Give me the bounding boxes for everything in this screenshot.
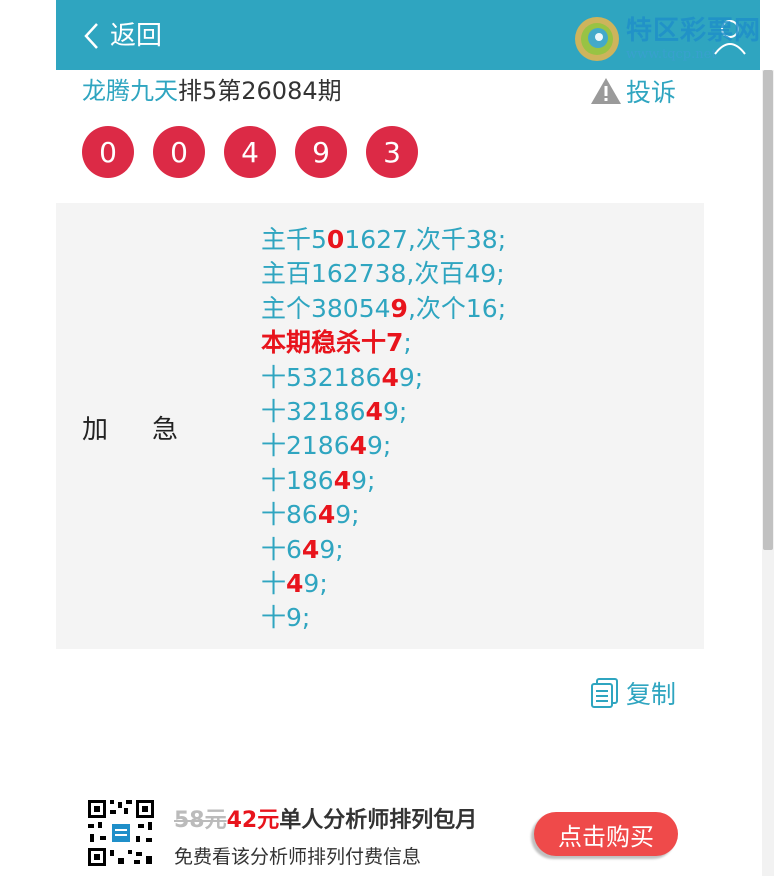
back-label: 返回 [110, 21, 163, 51]
prediction-line: 十218649; [261, 429, 506, 463]
issue-title: 排5第26084期 [178, 77, 342, 105]
line-text: 主个38054 [261, 293, 391, 323]
line-text: 十 [261, 569, 287, 599]
copy-label: 复制 [626, 680, 677, 709]
scrollbar[interactable] [762, 70, 774, 876]
line-text: 十532186 [261, 362, 382, 392]
old-price: 58元 [174, 808, 227, 833]
prediction-line: 主个380549,次个16; [261, 292, 506, 326]
line-text: 主千5 [261, 225, 327, 254]
promo-desc: 单人分析师排列包月 [279, 808, 478, 833]
draw-numbers: 0 0 4 9 3 [82, 126, 418, 178]
line-text: ; [403, 328, 412, 358]
prediction-line: 十9; [261, 601, 506, 635]
prediction-line: 十18649; [261, 464, 506, 498]
complain-button[interactable]: 投诉 [590, 74, 676, 108]
highlight-text: 9 [390, 293, 408, 323]
line-text: 9; [382, 397, 408, 427]
prediction-lines: 主千501627,次千38; 主百162738,次百49; 主个380549,次个1… [261, 223, 506, 636]
highlight-text: 本期稳杀十7 [261, 328, 404, 358]
highlight-text: 4 [365, 397, 383, 427]
line-text: 主百162738,次百49; [261, 259, 505, 289]
line-text: 9; [303, 569, 328, 599]
buy-button[interactable]: 点击购买 [534, 812, 678, 856]
chevron-left-icon [84, 23, 98, 49]
line-text: 9; [398, 362, 424, 392]
prediction-line: 十8649; [261, 498, 506, 532]
highlight-text: 4 [381, 362, 399, 392]
promo-headline: 58元42元单人分析师排列包月 [174, 802, 477, 834]
line-text: 9; [367, 431, 392, 461]
prediction-line: 十3218649; [261, 395, 506, 429]
page-title: 龙腾九天排5第26084期 [82, 74, 342, 108]
line-text: 9; [319, 534, 344, 564]
new-price: 42元 [226, 808, 280, 833]
scrollbar-thumb[interactable] [763, 70, 773, 550]
prediction-panel: 加急 主千501627,次千38; 主百162738,次百49; 主个380549,… [56, 203, 704, 649]
number-ball: 0 [153, 126, 205, 178]
site-logo: 特区彩票网 www.tqcp.net [572, 8, 772, 70]
logo-name: 特区彩票网 [626, 15, 762, 46]
prediction-line: 十53218649; [261, 361, 506, 395]
copy-icon [591, 678, 618, 708]
line-text: 十6 [261, 534, 302, 564]
line-text: 9; [335, 500, 360, 530]
prediction-line: 十49; [261, 567, 506, 601]
logo-icon [575, 17, 619, 61]
highlight-text: 4 [317, 500, 336, 530]
number-ball: 4 [224, 126, 276, 178]
prediction-line: 十649; [261, 533, 506, 567]
number-ball: 9 [295, 126, 347, 178]
logo-url: www.tqcp.net [626, 46, 717, 62]
prediction-line: 主千501627,次千38; [261, 223, 506, 257]
qr-code-icon [86, 798, 156, 868]
highlight-text: 4 [349, 431, 368, 461]
prediction-line: 本期稳杀十7; [261, 326, 506, 360]
warning-icon [591, 78, 621, 104]
highlight-text: 4 [301, 534, 320, 564]
complain-label: 投诉 [626, 78, 677, 107]
highlight-text: 0 [326, 225, 345, 254]
number-ball: 3 [366, 126, 418, 178]
highlight-text: 4 [333, 465, 352, 495]
line-text: 1627,次千38; [344, 225, 507, 254]
line-text: 十32186 [261, 397, 366, 427]
line-text: 十186 [261, 465, 334, 495]
line-text: 十86 [261, 500, 318, 530]
highlight-text: 4 [286, 569, 304, 599]
line-text: 十9; [261, 603, 311, 633]
panel-label: 加急 [82, 415, 223, 445]
analyst-name-link[interactable]: 龙腾九天 [82, 77, 178, 105]
line-text: ,次个16; [407, 293, 507, 323]
line-text: 9; [351, 465, 376, 495]
promo-subtitle: 免费看该分析师排列付费信息 [174, 846, 422, 868]
number-ball: 0 [82, 126, 134, 178]
copy-button[interactable]: 复制 [590, 676, 676, 710]
line-text: 十2186 [261, 431, 350, 461]
promo-banner: 58元42元单人分析师排列包月 免费看该分析师排列付费信息 点击购买 [86, 798, 686, 868]
back-button[interactable]: 返回 [82, 18, 162, 54]
prediction-line: 主百162738,次百49; [261, 257, 506, 291]
